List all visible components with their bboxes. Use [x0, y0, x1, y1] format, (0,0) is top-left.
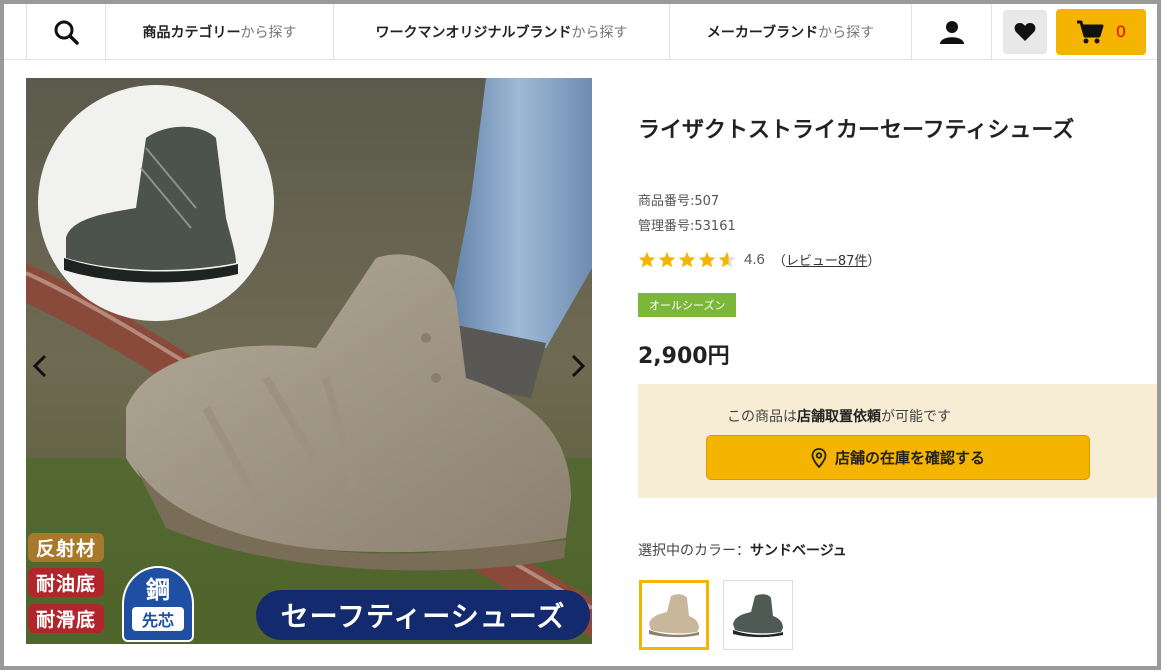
- star-half-icon: [718, 251, 736, 268]
- chevron-left-icon: [33, 354, 47, 378]
- nav-maker-brand-suffix: から探す: [818, 25, 875, 41]
- cart-icon: [1077, 20, 1104, 44]
- prev-image-button[interactable]: [26, 346, 54, 386]
- color-swatch-khaki[interactable]: [723, 580, 793, 650]
- steel-toe-badge-top: 鋼: [146, 576, 170, 604]
- oil-resistant-badge: 耐油底: [28, 568, 105, 597]
- nav-original-brand-suffix: から探す: [571, 25, 628, 41]
- site-header: 商品カテゴリー から探す ワークマンオリジナルブランド から探す メーカーブランドか…: [4, 4, 1157, 60]
- khaki-shoe-thumbnail: [733, 594, 783, 638]
- review-close-paren: ）: [867, 254, 881, 269]
- nav-maker-brand[interactable]: メーカーブランド から探す: [670, 4, 912, 60]
- cart-count: 0: [1116, 22, 1126, 41]
- nav-category-suffix: から探す: [240, 25, 297, 41]
- color-label-prefix: 選択中のカラー：: [638, 543, 750, 559]
- check-store-stock-button[interactable]: 店舗の在庫を確認する: [706, 435, 1090, 480]
- star-icon: [678, 251, 696, 268]
- season-tag: オールシーズン: [638, 293, 737, 317]
- color-swatch-sand-beige[interactable]: [639, 580, 709, 650]
- star-icon: [658, 251, 676, 268]
- next-image-button[interactable]: [564, 346, 592, 386]
- safety-shoes-banner: セーフティーシューズ: [256, 590, 590, 640]
- store-text-suffix: が可能です: [881, 409, 951, 425]
- steel-toe-badge-bottom: 先芯: [132, 607, 184, 631]
- nav-category[interactable]: 商品カテゴリー から探す: [106, 4, 334, 60]
- price: 2,900円: [638, 344, 730, 369]
- check-store-stock-label: 店舗の在庫を確認する: [834, 449, 985, 467]
- item-number: 商品番号:507: [638, 194, 720, 209]
- rating-value: 4.6: [744, 251, 765, 268]
- store-text-prefix: この商品は: [727, 409, 797, 425]
- star-icon: [698, 251, 716, 268]
- product-title: ライザクトストライカーセーフティシューズ: [638, 118, 1075, 143]
- product-photo: [26, 78, 592, 644]
- nav-category-label: 商品カテゴリー: [142, 25, 241, 41]
- store-pickup-text: この商品は店舗取置依頼が可能です: [638, 406, 1040, 426]
- location-pin-icon: [811, 447, 827, 468]
- nav-original-brand-label: ワークマンオリジナルブランド: [375, 25, 572, 41]
- sand-beige-shoe-thumbnail: [649, 594, 699, 638]
- cart-button[interactable]: 0: [1056, 9, 1146, 55]
- store-pickup-box: この商品は店舗取置依頼が可能です 店舗の在庫を確認する: [638, 384, 1157, 498]
- rating: 4.6 （レビュー87件）: [638, 250, 880, 269]
- manage-number: 管理番号:53161: [638, 219, 736, 234]
- product-image-gallery[interactable]: 反射材 耐油底 耐滑底 鋼 先芯 セーフティーシューズ: [26, 78, 592, 644]
- review-open-paren: （: [772, 254, 786, 269]
- page: 商品カテゴリー から探す ワークマンオリジナルブランド から探す メーカーブランドか…: [4, 4, 1157, 666]
- search-icon: [54, 20, 79, 45]
- slip-resistant-badge: 耐滑底: [28, 604, 105, 633]
- heart-icon: [1014, 23, 1036, 41]
- reflective-badge: 反射材: [28, 533, 105, 562]
- store-text-bold: 店舗取置依頼: [797, 409, 881, 425]
- search-button[interactable]: [26, 4, 106, 60]
- favorites-button[interactable]: [1003, 10, 1047, 54]
- review-count: （レビュー87件）: [773, 250, 881, 269]
- selected-color-name: サンドベージュ: [750, 543, 847, 559]
- nav-original-brand[interactable]: ワークマンオリジナルブランド から探す: [334, 4, 670, 60]
- nav-maker-brand-label: メーカーブランド: [706, 25, 819, 41]
- star-icon: [638, 251, 656, 268]
- account-button[interactable]: [912, 4, 992, 60]
- review-link[interactable]: レビュー87件: [786, 254, 868, 269]
- selected-color-label: 選択中のカラー：サンドベージュ: [638, 540, 847, 560]
- chevron-right-icon: [571, 354, 585, 378]
- steel-toe-badge: 鋼 先芯: [122, 566, 194, 642]
- user-icon: [939, 21, 964, 44]
